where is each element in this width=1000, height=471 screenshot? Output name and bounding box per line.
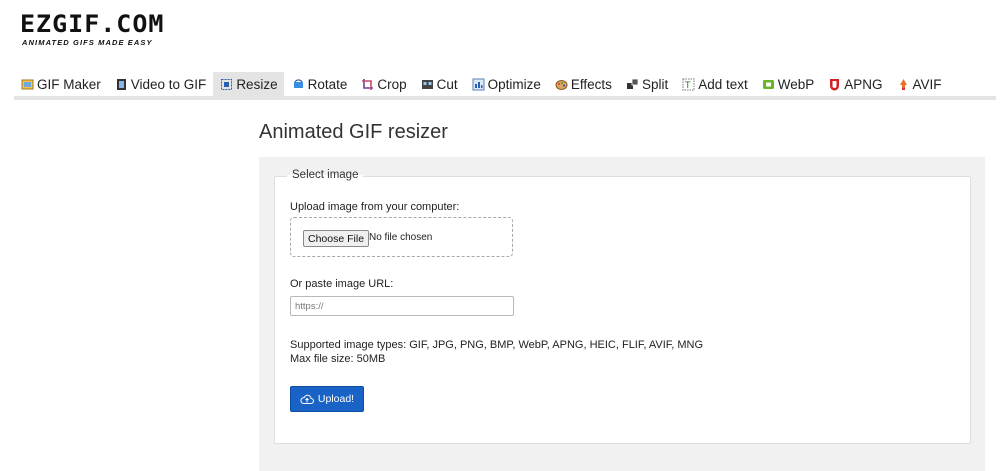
apng-icon — [828, 78, 841, 91]
nav-label: AVIF — [912, 76, 942, 92]
svg-text:T: T — [684, 81, 691, 91]
supported-types-text: Supported image types: GIF, JPG, PNG, BM… — [290, 339, 704, 351]
logo-text: EZGIF.COM — [20, 10, 165, 38]
supported-info: Supported image types: GIF, JPG, PNG, BM… — [290, 338, 703, 366]
crop-icon — [361, 78, 374, 91]
nav-label: Resize — [236, 76, 278, 92]
main-nav: GIF Maker Video to GIF Resize Rotate Cro… — [14, 72, 996, 100]
nav-label: WebP — [777, 76, 815, 92]
site-logo[interactable]: EZGIF.COM ANIMATED GIFS MADE EASY — [20, 12, 164, 47]
upload-label: Upload image from your computer: — [290, 201, 460, 213]
nav-item-crop[interactable]: Crop — [354, 72, 412, 96]
logo-tagline: ANIMATED GIFS MADE EASY — [22, 38, 153, 47]
upload-button-label: Upload! — [317, 393, 355, 405]
upload-button[interactable]: Upload! — [290, 386, 364, 412]
select-image-fieldset: Select image Upload image from your comp… — [274, 169, 971, 444]
split-icon — [626, 78, 639, 91]
optimize-icon — [472, 78, 485, 91]
image-url-input[interactable] — [290, 296, 514, 316]
webp-icon — [762, 78, 775, 91]
nav-item-webp[interactable]: WebP — [755, 72, 821, 96]
nav-item-gif-maker[interactable]: GIF Maker — [14, 72, 107, 96]
gif-maker-icon — [21, 78, 34, 91]
nav-label: Split — [641, 76, 669, 92]
nav-item-effects[interactable]: Effects — [548, 72, 618, 96]
cut-icon — [421, 78, 434, 91]
max-file-size-text: Max file size: 50MB — [290, 353, 386, 365]
nav-item-resize[interactable]: Resize — [213, 72, 284, 96]
video-icon — [115, 78, 128, 91]
nav-label: APNG — [844, 76, 883, 92]
nav-item-optimize[interactable]: Optimize — [465, 72, 547, 96]
nav-label: Add text — [698, 76, 748, 92]
nav-label: Crop — [377, 76, 407, 92]
nav-item-video-to-gif[interactable]: Video to GIF — [108, 72, 213, 96]
no-file-text: No file chosen — [369, 232, 433, 243]
nav-label: GIF Maker — [37, 76, 101, 92]
upload-panel: Select image Upload image from your comp… — [259, 157, 985, 471]
page-title: Animated GIF resizer — [259, 121, 448, 143]
nav-label: Cut — [436, 76, 458, 92]
nav-label: Effects — [570, 76, 612, 92]
nav-item-apng[interactable]: APNG — [821, 72, 888, 96]
nav-item-cut[interactable]: Cut — [414, 72, 464, 96]
nav-item-split[interactable]: Split — [619, 72, 674, 96]
file-drop-zone[interactable]: Choose File No file chosen — [290, 217, 513, 257]
rotate-icon — [292, 78, 305, 91]
nav-item-add-text[interactable]: T Add text — [675, 72, 754, 96]
choose-file-button[interactable]: Choose File — [303, 230, 370, 247]
cloud-upload-icon — [300, 394, 314, 404]
nav-item-avif[interactable]: AVIF — [890, 72, 948, 96]
fieldset-legend: Select image — [287, 169, 364, 181]
nav-label: Optimize — [487, 76, 541, 92]
url-label: Or paste image URL: — [290, 278, 394, 290]
add-text-icon: T — [682, 78, 695, 91]
nav-label: Rotate — [307, 76, 348, 92]
resize-icon — [220, 78, 233, 91]
avif-icon — [897, 78, 910, 91]
effects-icon — [555, 78, 568, 91]
nav-label: Video to GIF — [130, 76, 207, 92]
nav-item-rotate[interactable]: Rotate — [285, 72, 354, 96]
